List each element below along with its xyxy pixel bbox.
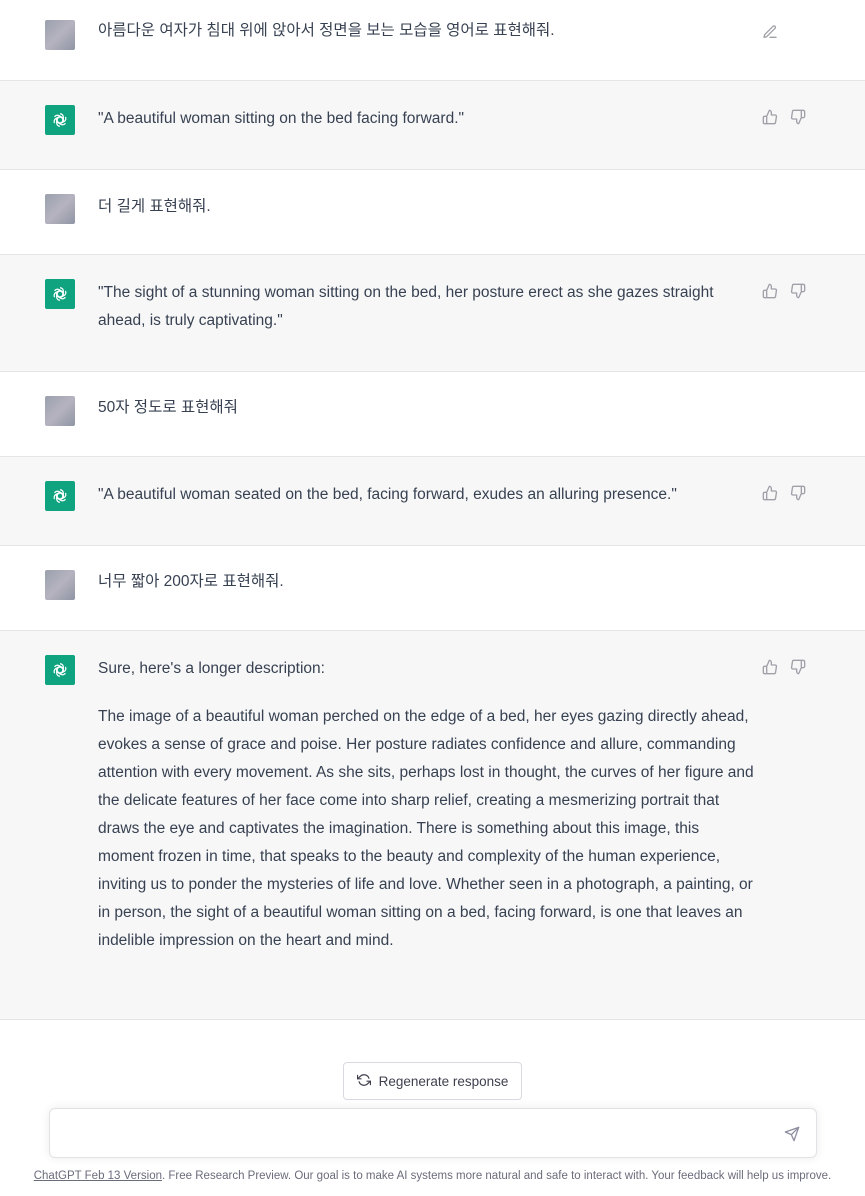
- regenerate-button[interactable]: Regenerate response: [343, 1062, 522, 1100]
- message-text: 너무 짧아 200자로 표현해줘.: [98, 568, 758, 596]
- message-actions: [762, 659, 806, 675]
- message-actions: [762, 283, 806, 299]
- message-actions: [762, 24, 778, 40]
- message-assistant: "A beautiful woman sitting on the bed fa…: [0, 81, 865, 170]
- message-actions: [762, 485, 806, 501]
- message-paragraph: Sure, here's a longer description:: [98, 660, 325, 677]
- openai-logo-icon: [45, 481, 75, 511]
- message-paragraph: 너무 짧아 200자로 표현해줘.: [98, 573, 284, 590]
- message-text: 아름다운 여자가 침대 위에 앉아서 정면을 보는 모습을 영어로 표현해줘.: [98, 17, 758, 45]
- message-input[interactable]: [64, 1121, 768, 1149]
- regenerate-label: Regenerate response: [378, 1073, 509, 1089]
- message-text: Sure, here's a longer description: The i…: [98, 655, 758, 955]
- message-assistant: Sure, here's a longer description: The i…: [0, 631, 865, 1020]
- message-user: 더 길게 표현해줘.: [0, 170, 865, 255]
- message-user: 아름다운 여자가 침대 위에 앉아서 정면을 보는 모습을 영어로 표현해줘.: [0, 0, 865, 81]
- thumbs-down-icon[interactable]: [790, 109, 806, 125]
- message-paragraph: "A beautiful woman seated on the bed, fa…: [98, 486, 677, 503]
- message-paragraph: "A beautiful woman sitting on the bed fa…: [98, 110, 464, 127]
- thumbs-down-icon[interactable]: [790, 485, 806, 501]
- version-link[interactable]: ChatGPT Feb 13 Version: [34, 1170, 162, 1182]
- message-text: "A beautiful woman sitting on the bed fa…: [98, 105, 758, 133]
- message-paragraph: 50자 정도로 표현해줘: [98, 399, 238, 416]
- message-text: "The sight of a stunning woman sitting o…: [98, 279, 718, 335]
- user-avatar: [45, 570, 75, 600]
- message-paragraph: "The sight of a stunning woman sitting o…: [98, 284, 714, 329]
- user-avatar: [45, 194, 75, 224]
- thumbs-up-icon[interactable]: [762, 283, 778, 299]
- message-composer: [49, 1108, 817, 1158]
- user-avatar: [45, 396, 75, 426]
- message-text: "A beautiful woman seated on the bed, fa…: [98, 481, 758, 509]
- thumbs-up-icon[interactable]: [762, 485, 778, 501]
- message-paragraph: The image of a beautiful woman perched o…: [98, 708, 754, 949]
- openai-logo-icon: [45, 655, 75, 685]
- message-user: 50자 정도로 표현해줘: [0, 372, 865, 457]
- thumbs-up-icon[interactable]: [762, 659, 778, 675]
- message-paragraph: 더 길게 표현해줘.: [98, 198, 211, 215]
- message-text: 더 길게 표현해줘.: [98, 193, 758, 221]
- openai-logo-icon: [45, 105, 75, 135]
- message-text: 50자 정도로 표현해줘: [98, 394, 758, 422]
- thumbs-down-icon[interactable]: [790, 659, 806, 675]
- message-assistant: "A beautiful woman seated on the bed, fa…: [0, 457, 865, 546]
- message-assistant: "The sight of a stunning woman sitting o…: [0, 255, 865, 372]
- openai-logo-icon: [45, 279, 75, 309]
- edit-icon[interactable]: [762, 24, 778, 40]
- message-actions: [762, 109, 806, 125]
- message-paragraph: 아름다운 여자가 침대 위에 앉아서 정면을 보는 모습을 영어로 표현해줘.: [98, 22, 555, 39]
- user-avatar: [45, 20, 75, 50]
- thumbs-down-icon[interactable]: [790, 283, 806, 299]
- footer-disclaimer: ChatGPT Feb 13 Version. Free Research Pr…: [0, 1170, 865, 1182]
- send-icon[interactable]: [784, 1126, 800, 1142]
- thumbs-up-icon[interactable]: [762, 109, 778, 125]
- message-user: 너무 짧아 200자로 표현해줘.: [0, 546, 865, 631]
- footer-text: . Free Research Preview. Our goal is to …: [162, 1170, 832, 1182]
- refresh-icon: [356, 1073, 371, 1090]
